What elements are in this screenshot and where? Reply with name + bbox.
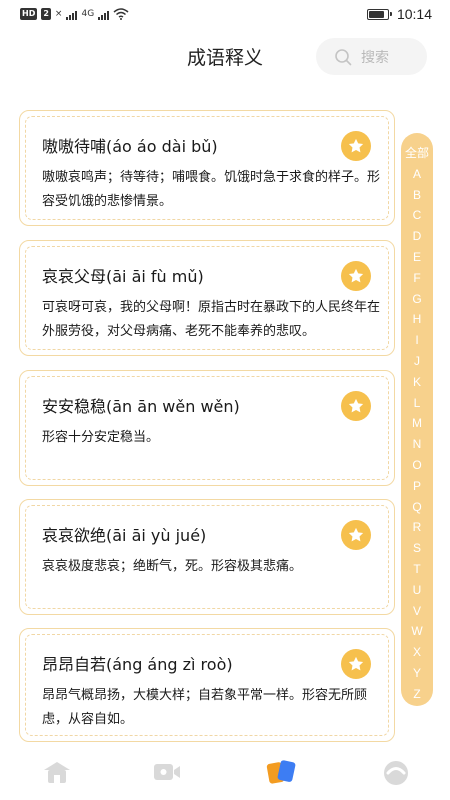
idiom-definition: 形容十分安定稳当。 [42, 430, 160, 445]
network-type-label: 4G [81, 9, 95, 19]
idiom-title: 昂昂自若(áng áng zì roò) [42, 655, 233, 674]
status-bar: HD 2 × 4G 10:14 [0, 0, 450, 30]
index-letter[interactable]: Z [413, 684, 420, 705]
signal-icon-2 [98, 9, 110, 20]
hd-badge: HD [20, 8, 38, 20]
alphabet-index[interactable]: 全部 A B C D E F G H I J K L M N O P Q R S… [401, 133, 433, 706]
bottom-nav [0, 742, 450, 800]
index-letter[interactable]: Q [412, 497, 421, 518]
index-letter[interactable]: S [413, 538, 421, 559]
idiom-card[interactable]: 嗷嗷待哺(áo áo dài bǔ) 嗷嗷哀鸣声；待等待；哺喂食。饥饿时急于求食… [19, 110, 395, 226]
idiom-definition: 可哀呀可哀，我的父母啊！原指古时在暴政下的人民终年在外服劳役，对父母病痛、老死不… [42, 300, 381, 339]
search-placeholder: 搜索 [361, 49, 389, 66]
nav-profile[interactable] [376, 756, 416, 788]
star-icon [348, 268, 364, 283]
nav-video[interactable] [147, 756, 187, 788]
status-left: HD 2 × 4G [20, 8, 129, 20]
index-letter[interactable]: Y [413, 663, 421, 684]
index-letter[interactable]: O [412, 455, 421, 476]
index-letter[interactable]: P [413, 476, 421, 497]
battery-icon [366, 8, 392, 20]
no-signal-label: × [54, 9, 63, 19]
index-letter[interactable]: I [415, 330, 418, 351]
star-icon [348, 398, 364, 413]
index-letter[interactable]: A [413, 164, 421, 185]
house-icon [44, 762, 70, 783]
favorite-button[interactable] [341, 261, 371, 291]
sim-badge: 2 [41, 8, 51, 20]
idiom-card[interactable]: 哀哀父母(āi āi fù mǔ) 可哀呀可哀，我的父母啊！原指古时在暴政下的人… [19, 240, 395, 356]
search-icon [335, 48, 352, 65]
idiom-definition: 嗷嗷哀鸣声；待等待；哺喂食。饥饿时急于求食的样子。形容受饥饿的悲惨情景。 [42, 170, 381, 209]
signal-icon [66, 9, 78, 20]
favorite-button[interactable] [341, 391, 371, 421]
star-icon [348, 527, 364, 542]
index-letter[interactable]: B [413, 185, 421, 206]
idiom-title: 嗷嗷待哺(áo áo dài bǔ) [42, 137, 218, 156]
index-letter[interactable]: X [413, 642, 421, 663]
wifi-icon [113, 8, 129, 20]
idiom-card[interactable]: 安安稳稳(ān ān wěn wěn) 形容十分安定稳当。 [19, 370, 395, 486]
favorite-button[interactable] [341, 131, 371, 161]
index-letter[interactable]: H [413, 309, 422, 330]
video-icon [154, 764, 180, 780]
index-letter[interactable]: U [413, 580, 422, 601]
idiom-title: 哀哀欲绝(āi āi yù jué) [42, 526, 207, 545]
nav-home[interactable] [37, 756, 77, 788]
index-letter[interactable]: W [411, 621, 422, 642]
index-letter[interactable]: T [413, 559, 420, 580]
search-button[interactable]: 搜索 [316, 38, 427, 75]
favorite-button[interactable] [341, 520, 371, 550]
cards-icon [266, 760, 296, 784]
idiom-card[interactable]: 哀哀欲绝(āi āi yù jué) 哀哀极度悲哀；绝断气，死。形容极其悲痛。 [19, 499, 395, 615]
idiom-title: 哀哀父母(āi āi fù mǔ) [42, 267, 204, 286]
index-letter[interactable]: J [414, 351, 420, 372]
idiom-definition: 哀哀极度悲哀；绝断气，死。形容极其悲痛。 [42, 559, 303, 574]
favorite-button[interactable] [341, 649, 371, 679]
profile-icon [384, 761, 408, 785]
idiom-definition: 昂昂气概昂扬，大模大样；自若象平常一样。形容无所顾虑，从容自如。 [42, 688, 368, 727]
index-letter[interactable]: K [413, 372, 421, 393]
index-all[interactable]: 全部 [401, 143, 433, 164]
status-right: 10:14 [366, 6, 432, 22]
star-icon [348, 138, 364, 153]
index-letter[interactable]: L [414, 393, 421, 414]
index-letter[interactable]: C [413, 205, 422, 226]
idiom-title: 安安稳稳(ān ān wěn wěn) [42, 397, 240, 416]
battery-fill [368, 10, 385, 18]
index-letter[interactable]: E [413, 247, 421, 268]
nav-idioms[interactable] [261, 756, 301, 788]
index-letter[interactable]: G [412, 289, 421, 310]
index-letter[interactable]: M [412, 413, 422, 434]
clock: 10:14 [396, 6, 432, 22]
index-letter[interactable]: N [413, 434, 422, 455]
index-letter[interactable]: F [413, 268, 420, 289]
index-letter[interactable]: D [413, 226, 422, 247]
idiom-card[interactable]: 昂昂自若(áng áng zì roò) 昂昂气概昂扬，大模大样；自若象平常一样… [19, 628, 395, 742]
index-letter[interactable]: R [413, 517, 422, 538]
star-icon [348, 656, 364, 671]
index-letter[interactable]: V [413, 601, 421, 622]
